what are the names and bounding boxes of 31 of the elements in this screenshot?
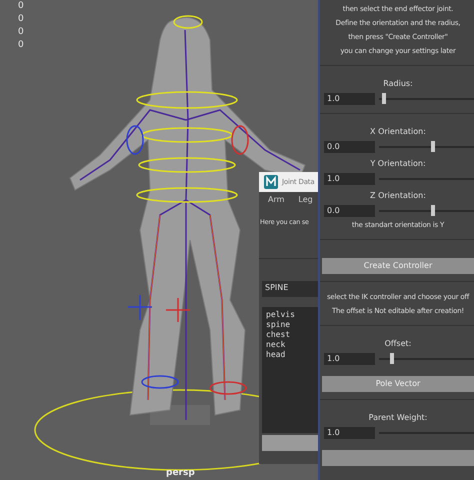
field-label: Offset: — [384, 338, 412, 350]
tab[interactable]: Arm — [264, 195, 288, 207]
number-field[interactable]: 0.0 — [324, 205, 375, 217]
number-field[interactable]: 1.0 — [324, 173, 375, 185]
number-field[interactable]: 1.0 — [324, 427, 375, 439]
tab[interactable]: Leg — [294, 195, 317, 207]
list-item[interactable]: head — [266, 350, 318, 360]
hud-value: 0 — [18, 13, 24, 25]
field-label: X Orientation: — [369, 126, 427, 138]
field-label: Y Orientation: — [369, 158, 427, 170]
joint-list[interactable]: pelvis spine chest neck head — [262, 307, 318, 433]
app-logo-icon — [264, 175, 278, 189]
hud-value: 0 — [18, 0, 24, 12]
joint-chain-dropdown[interactable]: SPINE — [262, 281, 318, 297]
list-item[interactable]: pelvis — [266, 310, 318, 320]
number-field[interactable]: 0.0 — [324, 141, 375, 153]
field-label: Parent Weight: — [368, 412, 428, 424]
field-label: Z Orientation: — [369, 190, 427, 202]
number-field[interactable]: 1.0 — [324, 353, 375, 365]
hud-value: 0 — [18, 39, 24, 51]
slider-thumb[interactable] — [431, 205, 436, 216]
list-item[interactable]: chest — [266, 330, 318, 340]
list-item[interactable]: neck — [266, 340, 318, 350]
number-field[interactable]: 1.0 — [324, 93, 375, 105]
camera-label: persp — [166, 468, 195, 479]
hud-value: 0 — [18, 26, 24, 38]
slider-thumb[interactable] — [382, 93, 386, 104]
slider-thumb[interactable] — [390, 353, 394, 364]
field-label: Radius: — [382, 78, 414, 90]
list-item[interactable]: spine — [266, 320, 318, 330]
slider-thumb[interactable] — [431, 141, 436, 152]
